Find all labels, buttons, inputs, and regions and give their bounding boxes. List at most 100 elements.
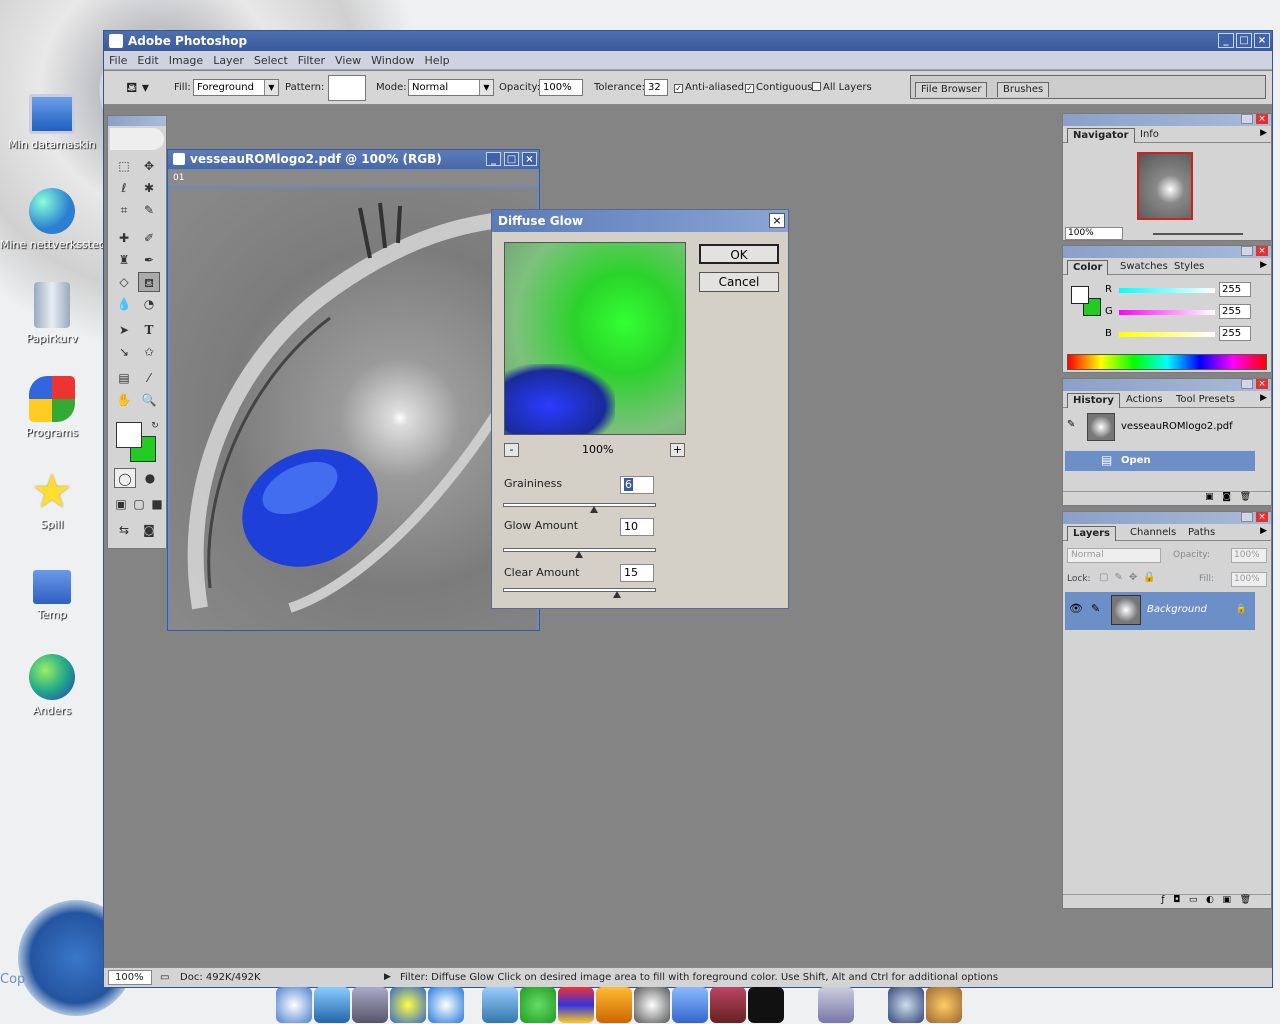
internet-explorer-icon[interactable] [428,987,464,1023]
tab-brushes[interactable]: Brushes [997,82,1050,97]
standard-mode-icon[interactable]: ◯ [114,468,136,488]
snapshot-camera-icon[interactable]: ◙ [1222,492,1231,502]
tab-actions[interactable]: Actions [1121,393,1168,408]
graininess-input[interactable]: 6 [620,476,654,494]
document-canvas[interactable] [170,188,537,630]
desktop-icon-temp[interactable]: Temp [0,564,104,621]
mode-select[interactable]: Normal ▼ [408,79,494,96]
tab-info[interactable]: Info [1135,128,1164,143]
menu-layer[interactable]: Layer [208,51,249,70]
r-input[interactable]: 255 [1219,282,1251,297]
minimize-button[interactable]: _ [1218,33,1234,48]
tab-tool-presets[interactable]: Tool Presets [1171,393,1240,408]
clear-amount-slider[interactable] [503,588,656,598]
messenger-icon[interactable] [520,987,556,1023]
penguin-icon[interactable] [634,987,670,1023]
status-zoom-input[interactable]: 100% [108,970,152,985]
media-icon[interactable] [558,987,594,1023]
tools-icon[interactable] [482,987,518,1023]
menu-help[interactable]: Help [420,51,455,70]
history-step-row[interactable]: Open ▤ [1065,451,1255,471]
clear-amount-slider-thumb[interactable] [612,591,621,598]
history-snapshot-row[interactable]: ✎ vesseauROMlogo2.pdf [1065,413,1255,447]
path-select-icon[interactable]: ➤ [113,320,135,340]
adjustment-layer-icon[interactable]: ◐ [1206,895,1214,905]
panel-close-button[interactable]: × [1256,512,1268,522]
graininess-slider-thumb[interactable] [590,506,598,513]
g-slider[interactable] [1119,310,1215,315]
color-spectrum[interactable] [1067,354,1267,370]
ok-button[interactable]: OK [699,244,779,264]
foreground-color-swatch[interactable] [1071,286,1089,304]
layer-fill-input[interactable]: 100% [1231,572,1267,587]
panel-menu-icon[interactable]: ▶ [1260,526,1267,536]
all-layers-checkbox[interactable]: All Layers [812,71,872,105]
stamp-tool-icon[interactable]: ♜ [113,250,135,270]
tab-file-browser[interactable]: File Browser [915,82,988,97]
pen-tool-icon[interactable]: ↘ [113,342,135,362]
layer-opacity-input[interactable]: 100% [1231,548,1267,563]
shape-tool-icon[interactable]: ✩ [138,342,160,362]
screen-mode-full-menu-icon[interactable]: ▢ [130,494,148,514]
menu-image[interactable]: Image [164,51,208,70]
menu-select[interactable]: Select [249,51,293,70]
display-icon[interactable] [352,987,388,1023]
pattern-picker[interactable] [328,75,366,101]
desktop-icon-recycle[interactable]: Papirkurv [0,282,104,345]
eye-icon[interactable]: 👁 [1069,602,1083,615]
hand-tool-icon[interactable]: ✋ [113,390,135,410]
panel-minimize-button[interactable] [1241,512,1253,522]
lock-icons[interactable]: ▢✎✥🔒 [1099,572,1162,583]
blur-tool-icon[interactable]: 💧 [113,294,135,314]
navigator-zoom-slider[interactable] [1153,233,1243,235]
power-icon[interactable] [390,987,426,1023]
tab-channels[interactable]: Channels [1125,526,1181,541]
menu-edit[interactable]: Edit [132,51,163,70]
desktop-icon-network[interactable]: Mine nettverkssteder [0,188,104,251]
doc-maximize-button[interactable]: □ [504,152,519,166]
panel-minimize-button[interactable] [1241,379,1253,389]
tolerance-input[interactable]: 32 [644,79,668,96]
zoom-tool-icon[interactable]: 🔍 [138,390,160,410]
tab-color[interactable]: Color [1067,260,1109,275]
panel-minimize-button[interactable] [1241,246,1253,256]
fill-select[interactable]: Foreground ▼ [193,79,279,96]
menu-window[interactable]: Window [366,51,419,70]
clear-amount-input[interactable]: 15 [620,564,654,582]
contiguous-checkbox[interactable]: ✓ Contiguous [745,71,813,105]
type-tool-icon[interactable]: T [138,320,160,340]
history-brush-source-icon[interactable]: ✎ [1067,419,1083,435]
clock-app-icon[interactable] [276,987,312,1023]
g-input[interactable]: 255 [1219,304,1251,319]
layer-mask-icon[interactable]: ◘ [1173,895,1180,905]
eyedropper-icon[interactable]: ⁄ [138,368,160,388]
paint-bucket-icon[interactable]: ⛾ ▾ [126,71,149,105]
status-menu-icon[interactable]: ▶ [384,968,391,987]
recycle-bin-icon[interactable] [818,987,854,1023]
desktop-icon-games[interactable]: ★ Spill [0,468,104,531]
marquee-tool-icon[interactable]: ⬚ [113,156,135,176]
folder-icon[interactable] [672,987,708,1023]
cancel-button[interactable]: Cancel [699,272,779,292]
my-computer-icon[interactable] [314,987,350,1023]
panel-menu-icon[interactable]: ▶ [1260,393,1267,403]
blend-mode-select[interactable]: Normal [1067,548,1161,563]
screen-mode-standard-icon[interactable]: ▣ [112,494,130,514]
notes-tool-icon[interactable]: ▤ [113,368,135,388]
paint-bucket-tool-icon[interactable]: ⛾ [138,272,160,292]
brush-tool-icon[interactable]: ✐ [138,228,160,248]
crop-tool-icon[interactable]: ⌗ [113,200,135,220]
layer-style-icon[interactable]: ƒ [1161,895,1164,905]
lasso-tool-icon[interactable]: ℓ [113,178,135,198]
history-brush-icon[interactable]: ✒ [138,250,160,270]
tab-swatches[interactable]: Swatches [1115,260,1173,275]
wine-icon[interactable] [710,987,746,1023]
healing-brush-icon[interactable]: ✚ [113,228,135,248]
panel-menu-icon[interactable]: ▶ [1260,260,1267,270]
navigator-zoom-input[interactable]: 100% [1065,227,1123,240]
panel-close-button[interactable]: × [1256,246,1268,256]
zoom-in-button[interactable]: + [670,443,685,457]
doc-close-button[interactable]: × [522,152,537,166]
opacity-input[interactable]: 100% [539,79,583,96]
graininess-slider[interactable] [503,503,656,513]
